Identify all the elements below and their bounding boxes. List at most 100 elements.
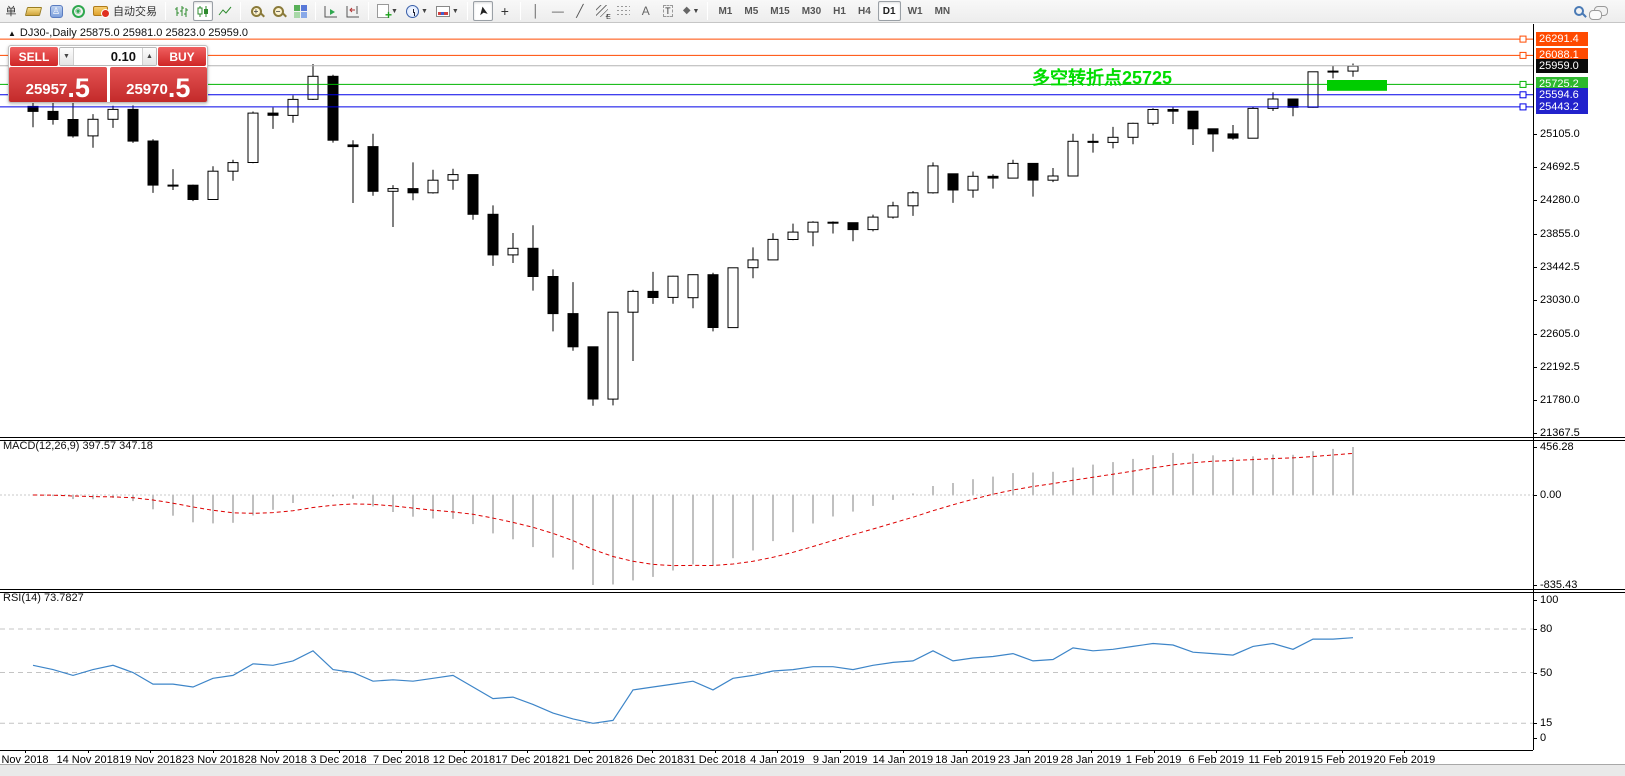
channel-button[interactable]: E (592, 1, 612, 21)
price-scale-label: 23855.0 (1540, 228, 1580, 241)
price-scale-label: 24692.5 (1540, 161, 1580, 174)
crosshair-button[interactable]: + (495, 1, 515, 21)
sell-price-panel[interactable]: 25957.5 (9, 67, 107, 103)
candle (228, 163, 238, 172)
candle (728, 268, 738, 328)
search-icon[interactable] (1569, 1, 1589, 21)
volume-field[interactable]: 0.10 (74, 48, 142, 65)
candle (248, 113, 258, 162)
candle (1248, 108, 1258, 138)
candle (888, 206, 898, 217)
candle (468, 175, 478, 215)
templates-button[interactable]: ▼ (433, 1, 462, 21)
autotrade-button[interactable]: 自动交易 (90, 1, 160, 21)
pane-separator[interactable] (0, 592, 1625, 593)
candle (268, 113, 278, 115)
new-order-button[interactable]: 单 (1, 1, 21, 21)
chart-shift-icon[interactable] (343, 1, 363, 21)
auto-scroll-icon[interactable] (321, 1, 341, 21)
candle (368, 147, 378, 192)
line-handle[interactable] (1520, 104, 1526, 110)
candlestick-chart-icon[interactable] (193, 1, 213, 21)
chat-icon[interactable] (1591, 1, 1611, 21)
text-button[interactable]: A (636, 1, 656, 21)
pane-separator[interactable] (0, 437, 1625, 438)
candle (968, 176, 978, 190)
vertical-line-button[interactable]: │ (526, 1, 546, 21)
timeframe-h4[interactable]: H4 (853, 1, 876, 21)
line-handle[interactable] (1520, 81, 1526, 87)
candle (1128, 123, 1138, 137)
periods-button[interactable]: ▼ (403, 1, 431, 21)
line-chart-icon[interactable] (215, 1, 235, 21)
fibonacci-button[interactable]: F (614, 1, 634, 21)
candle (208, 171, 218, 199)
label-button[interactable]: T (658, 1, 678, 21)
candle (548, 277, 558, 314)
bar-chart-icon[interactable] (171, 1, 191, 21)
price-scale-label: 21780.0 (1540, 394, 1580, 407)
candle (568, 314, 578, 347)
line-handle[interactable] (1520, 52, 1526, 58)
candle (748, 260, 758, 268)
macd-scale-label: -835.43 (1540, 579, 1577, 592)
candle (528, 248, 538, 276)
buy-price-panel[interactable]: 25970.5 (110, 67, 208, 103)
price-scale-label: 24280.0 (1540, 194, 1580, 207)
zoom-out-icon[interactable]: − (268, 1, 288, 21)
timeframe-mn[interactable]: MN (930, 1, 956, 21)
highlight-rect[interactable] (1327, 80, 1387, 91)
pane-separator[interactable] (0, 589, 1625, 590)
candle (1148, 110, 1158, 124)
candle (348, 145, 358, 147)
arrows-button[interactable]: ◆▼ (680, 1, 703, 21)
timeframe-d1[interactable]: D1 (878, 1, 901, 21)
trendline-button[interactable]: ╱ (570, 1, 590, 21)
zoom-in-icon[interactable]: + (246, 1, 266, 21)
signal-icon[interactable]: ◉ (68, 1, 88, 21)
cursor-button[interactable]: ➤ (473, 1, 493, 21)
sell-button[interactable]: SELL (10, 47, 58, 66)
buy-price: 25970 (126, 78, 168, 102)
price-scale-label: 22192.5 (1540, 361, 1580, 374)
indicators-button[interactable]: +▼ (374, 1, 401, 21)
pane-separator[interactable] (0, 440, 1625, 441)
candle (188, 185, 198, 199)
timeframe-m5[interactable]: M5 (739, 1, 763, 21)
line-handle[interactable] (1520, 92, 1526, 98)
chart-canvas[interactable] (0, 24, 1625, 750)
volume-stepper: ▼ 0.10 ▲ (59, 47, 157, 66)
timeframe-m1[interactable]: M1 (713, 1, 737, 21)
chart-annotation[interactable]: 多空转折点25725 (1032, 64, 1172, 90)
timeframe-m15[interactable]: M15 (765, 1, 794, 21)
timeframe-m30[interactable]: M30 (797, 1, 826, 21)
candle (708, 275, 718, 328)
volume-up-button[interactable]: ▲ (142, 48, 156, 65)
main-toolbar: 单 ♙ ◉ 自动交易 + − +▼ ▼ ▼ ➤ + │ — ╱ E F A T … (0, 0, 1625, 23)
price-line-label: 26291.4 (1536, 32, 1588, 46)
tile-windows-icon[interactable] (290, 1, 310, 21)
candles-layer (28, 64, 1358, 406)
candle (1068, 141, 1078, 176)
candle (868, 217, 878, 230)
price-scale-label: 23442.5 (1540, 261, 1580, 274)
horizontal-line-button[interactable]: — (548, 1, 568, 21)
contacts-icon[interactable]: ♙ (46, 1, 66, 21)
line-handle[interactable] (1520, 36, 1526, 42)
macd-label: MACD(12,26,9) 397.57 347.18 (3, 440, 153, 452)
timeframe-h1[interactable]: H1 (828, 1, 851, 21)
symbol-triangle-icon: ▲ (8, 29, 16, 38)
chart-title: ▲DJ30-,Daily 25875.0 25981.0 25823.0 259… (8, 27, 248, 39)
rsi-line (33, 638, 1353, 724)
price-scale-label: 21367.5 (1540, 427, 1580, 440)
candle (628, 291, 638, 312)
candle (388, 189, 398, 192)
gold-bar-icon[interactable] (23, 1, 44, 21)
autotrade-label: 自动交易 (113, 3, 157, 19)
candle (668, 276, 678, 297)
timeframe-w1[interactable]: W1 (903, 1, 928, 21)
volume-down-button[interactable]: ▼ (60, 48, 74, 65)
timeframe-group: M1M5M15M30H1H4D1W1MN (712, 1, 956, 21)
candle (588, 347, 598, 399)
buy-button[interactable]: BUY (158, 47, 206, 66)
